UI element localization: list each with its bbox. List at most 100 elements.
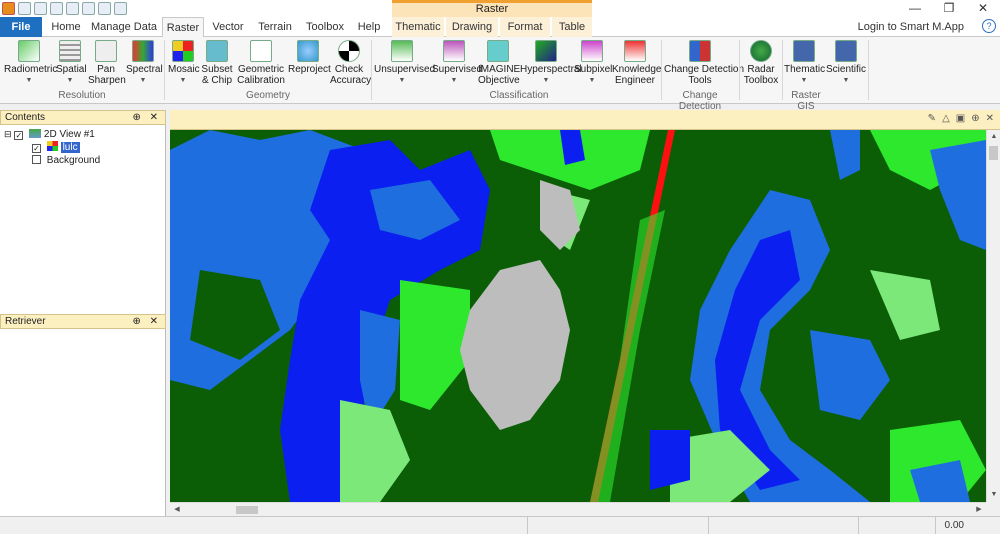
triangle-icon[interactable]: △ [942,113,950,124]
scientific-sigma-icon [835,40,857,62]
tab-help[interactable]: Help [352,17,386,37]
radar-icon [750,40,772,62]
vertical-scrollbar[interactable]: ▲ ▼ [986,130,1000,502]
tab-thematic[interactable]: Thematic [392,17,444,37]
target-icon [338,40,360,62]
radar-toolbox-button[interactable]: Radar Toolbox [742,40,780,86]
raster-context-header: Raster [392,0,592,17]
thematic-button[interactable]: Thematic ▼ [784,40,825,86]
mosaic-button[interactable]: Mosaic ▼ [168,40,200,86]
hyperspectral-icon [535,40,557,62]
subpixel-button[interactable]: Subpixel ▼ [574,40,612,86]
tab-table[interactable]: Table [552,17,592,37]
tree-background-node[interactable]: Background [4,154,100,167]
title-bar: Raster — ❐ ✕ [0,0,1000,17]
knowledge-engineer-icon [624,40,646,62]
ribbon-tabs: File Home Manage Data Raster Vector Terr… [0,17,1000,38]
subset-chip-button[interactable]: Subset & Chip [200,40,234,86]
unsupervised-icon [391,40,413,62]
hyperspectral-button[interactable]: Hyperspectral ▼ [520,40,582,86]
background-checkbox[interactable] [32,155,41,164]
panel-pin-close-icons[interactable]: ⊕ ✕ [132,111,161,124]
scroll-right-arrow-icon[interactable]: ▶ [972,503,986,517]
open-icon[interactable] [18,2,31,15]
group-resolution: Resolution [58,90,106,101]
reproject-button[interactable]: Reproject [288,40,331,75]
horizontal-scrollbar[interactable]: ◀ ▶ [170,502,986,516]
tree-view-node[interactable]: ⊟ ✓ 2D View #1 [4,128,100,141]
ribbon-raster: Radiometric ▼ Spatial ▼ Pan Sharpen Spectra… [0,37,1000,112]
knowledge-engineer-button[interactable]: Knowledge Engineer [612,40,661,86]
subpixel-icon [581,40,603,62]
minimize-button[interactable]: — [898,0,932,17]
tab-vector[interactable]: Vector [208,17,248,37]
save-icon[interactable] [34,2,47,15]
retriever-panel-title: Retriever [5,316,46,327]
mosaic-icon [172,40,194,62]
horizontal-scroll-thumb[interactable] [236,506,258,514]
tab-toolbox[interactable]: Toolbox [302,17,348,37]
tab-home[interactable]: Home [46,17,86,37]
vertical-scroll-thumb[interactable] [989,146,998,160]
subset-icon [206,40,228,62]
tab-file[interactable]: File [0,17,42,37]
contents-panel-title: Contents [5,112,46,123]
tab-format[interactable]: Format [500,17,550,37]
view-name: 2D View #1 [43,129,95,140]
login-link[interactable]: Login to Smart M.App [858,17,964,37]
scroll-left-arrow-icon[interactable]: ◀ [170,503,184,517]
tab-terrain[interactable]: Terrain [254,17,296,37]
imagine-objective-button[interactable]: IMAGINE Objective [478,40,520,86]
scroll-up-arrow-icon[interactable]: ▲ [987,130,1000,144]
contents-panel-header: Contents ⊕ ✕ [0,110,166,125]
undo-icon[interactable] [50,2,63,15]
spectral-button[interactable]: Spectral ▼ [126,40,163,86]
view-close-icon[interactable]: ✕ [986,113,994,124]
retriever-pin-close-icons[interactable]: ⊕ ✕ [132,315,161,328]
classified-raster-map[interactable] [170,130,986,502]
view-2d-icon [29,129,42,138]
radiometric-button[interactable]: Radiometric ▼ [4,40,57,86]
lock-icon[interactable]: ▣ [956,113,965,124]
tab-manage-data[interactable]: Manage Data [90,17,158,37]
pan-sharpen-button[interactable]: Pan Sharpen [88,40,126,86]
close-button[interactable]: ✕ [966,0,1000,17]
scientific-button[interactable]: Scientific ▼ [826,40,866,86]
unsupervised-button[interactable]: Unsupervised ▼ [374,40,435,86]
supervised-icon [443,40,465,62]
compass-icon [250,40,272,62]
supervised-button[interactable]: Supervised ▼ [432,40,482,86]
left-panel: Contents ⊕ ✕ ⊟ ✓ 2D View #1 ✓ lulc Backg… [0,110,166,516]
check-accuracy-button[interactable]: Check Accuracy [330,40,371,86]
contents-tree: ⊟ ✓ 2D View #1 ✓ lulc Background [4,128,100,167]
scroll-down-arrow-icon[interactable]: ▼ [987,488,1000,502]
zoom-in-icon[interactable] [82,2,95,15]
select-icon[interactable] [66,2,79,15]
restore-button[interactable]: ❐ [932,0,966,17]
map-viewport[interactable] [170,130,986,502]
spatial-button[interactable]: Spatial ▼ [56,40,87,86]
tree-layer-node[interactable]: ✓ lulc [4,141,100,154]
window-controls: — ❐ ✕ [898,0,1000,17]
change-detection-tools-button[interactable]: Change Detection Tools [664,40,744,86]
layer-name[interactable]: lulc [60,142,80,153]
pan-sharpen-icon [95,40,117,62]
spatial-icon [59,40,81,62]
thematic-sigma-icon [793,40,815,62]
pencil-icon[interactable]: ✎ [928,113,936,124]
view-checkbox[interactable]: ✓ [14,131,24,140]
tab-raster[interactable]: Raster [162,17,204,38]
pan-icon[interactable] [114,2,127,15]
tab-drawing[interactable]: Drawing [446,17,498,37]
group-change-detection: Change Detection [678,90,722,112]
pond-bottom [650,430,690,490]
collapse-icon[interactable]: ⊟ [4,129,12,139]
help-icon[interactable]: ? [982,19,996,33]
zoom-out-icon[interactable] [98,2,111,15]
layer-checkbox[interactable]: ✓ [32,144,41,153]
app-icon[interactable] [2,2,15,15]
pin-icon[interactable]: ⊕ [971,113,979,124]
background-label: Background [46,155,101,166]
view-toolbar-icons: ✎ △ ▣ ⊕ ✕ [928,113,994,124]
geometric-calibration-button[interactable]: Geometric Calibration [236,40,286,86]
